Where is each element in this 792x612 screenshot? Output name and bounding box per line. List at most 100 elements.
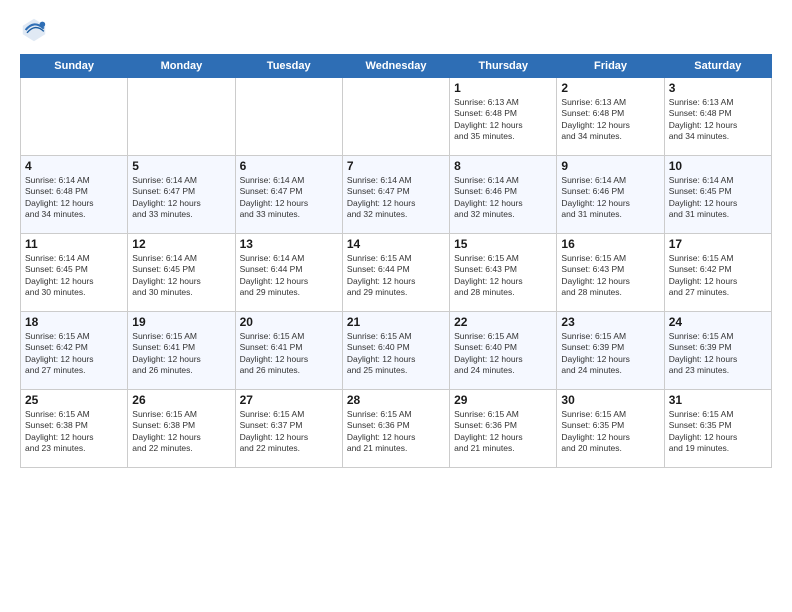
calendar-cell: 26 Sunrise: 6:15 AM Sunset: 6:38 PM Dayli… xyxy=(128,390,235,468)
day-number: 22 xyxy=(454,315,552,329)
calendar-cell: 14 Sunrise: 6:15 AM Sunset: 6:44 PM Dayli… xyxy=(342,234,449,312)
day-info: Sunrise: 6:15 AM Sunset: 6:35 PM Dayligh… xyxy=(561,409,659,455)
day-info: Sunrise: 6:15 AM Sunset: 6:39 PM Dayligh… xyxy=(561,331,659,377)
calendar-cell: 19 Sunrise: 6:15 AM Sunset: 6:41 PM Dayli… xyxy=(128,312,235,390)
day-number: 26 xyxy=(132,393,230,407)
calendar-cell: 21 Sunrise: 6:15 AM Sunset: 6:40 PM Dayli… xyxy=(342,312,449,390)
day-number: 6 xyxy=(240,159,338,173)
day-info: Sunrise: 6:14 AM Sunset: 6:46 PM Dayligh… xyxy=(561,175,659,221)
calendar-cell: 1 Sunrise: 6:13 AM Sunset: 6:48 PM Daylig… xyxy=(450,78,557,156)
day-info: Sunrise: 6:15 AM Sunset: 6:42 PM Dayligh… xyxy=(669,253,767,299)
day-info: Sunrise: 6:15 AM Sunset: 6:41 PM Dayligh… xyxy=(132,331,230,377)
day-number: 27 xyxy=(240,393,338,407)
day-number: 18 xyxy=(25,315,123,329)
day-info: Sunrise: 6:15 AM Sunset: 6:42 PM Dayligh… xyxy=(25,331,123,377)
day-info: Sunrise: 6:15 AM Sunset: 6:40 PM Dayligh… xyxy=(454,331,552,377)
day-number: 2 xyxy=(561,81,659,95)
day-number: 14 xyxy=(347,237,445,251)
day-info: Sunrise: 6:15 AM Sunset: 6:40 PM Dayligh… xyxy=(347,331,445,377)
calendar-cell: 16 Sunrise: 6:15 AM Sunset: 6:43 PM Dayli… xyxy=(557,234,664,312)
page: SundayMondayTuesdayWednesdayThursdayFrid… xyxy=(0,0,792,612)
calendar-cell: 15 Sunrise: 6:15 AM Sunset: 6:43 PM Dayli… xyxy=(450,234,557,312)
day-info: Sunrise: 6:13 AM Sunset: 6:48 PM Dayligh… xyxy=(454,97,552,143)
col-header-saturday: Saturday xyxy=(664,55,771,78)
calendar-cell: 9 Sunrise: 6:14 AM Sunset: 6:46 PM Daylig… xyxy=(557,156,664,234)
day-info: Sunrise: 6:14 AM Sunset: 6:46 PM Dayligh… xyxy=(454,175,552,221)
calendar-cell: 13 Sunrise: 6:14 AM Sunset: 6:44 PM Dayli… xyxy=(235,234,342,312)
day-number: 21 xyxy=(347,315,445,329)
day-info: Sunrise: 6:14 AM Sunset: 6:48 PM Dayligh… xyxy=(25,175,123,221)
day-number: 30 xyxy=(561,393,659,407)
calendar-cell xyxy=(128,78,235,156)
day-info: Sunrise: 6:15 AM Sunset: 6:43 PM Dayligh… xyxy=(454,253,552,299)
calendar-cell: 6Sunrise: 6:14 AM Sunset: 6:47 PM Daylig… xyxy=(235,156,342,234)
day-number: 1 xyxy=(454,81,552,95)
calendar-cell: 2 Sunrise: 6:13 AM Sunset: 6:48 PM Daylig… xyxy=(557,78,664,156)
header xyxy=(20,16,772,44)
calendar-cell: 11 Sunrise: 6:14 AM Sunset: 6:45 PM Dayli… xyxy=(21,234,128,312)
day-info: Sunrise: 6:15 AM Sunset: 6:41 PM Dayligh… xyxy=(240,331,338,377)
calendar-cell: 31 Sunrise: 6:15 AM Sunset: 6:35 PM Dayli… xyxy=(664,390,771,468)
day-number: 9 xyxy=(561,159,659,173)
calendar-cell: 7Sunrise: 6:14 AM Sunset: 6:47 PM Daylig… xyxy=(342,156,449,234)
day-info: Sunrise: 6:13 AM Sunset: 6:48 PM Dayligh… xyxy=(669,97,767,143)
col-header-monday: Monday xyxy=(128,55,235,78)
day-number: 17 xyxy=(669,237,767,251)
calendar-cell xyxy=(342,78,449,156)
day-number: 16 xyxy=(561,237,659,251)
day-number: 11 xyxy=(25,237,123,251)
day-number: 4 xyxy=(25,159,123,173)
calendar-cell: 25 Sunrise: 6:15 AM Sunset: 6:38 PM Dayli… xyxy=(21,390,128,468)
day-number: 19 xyxy=(132,315,230,329)
day-info: Sunrise: 6:14 AM Sunset: 6:45 PM Dayligh… xyxy=(25,253,123,299)
day-info: Sunrise: 6:14 AM Sunset: 6:47 PM Dayligh… xyxy=(347,175,445,221)
calendar-cell: 3 Sunrise: 6:13 AM Sunset: 6:48 PM Daylig… xyxy=(664,78,771,156)
logo xyxy=(20,16,52,44)
day-info: Sunrise: 6:15 AM Sunset: 6:38 PM Dayligh… xyxy=(132,409,230,455)
day-info: Sunrise: 6:15 AM Sunset: 6:44 PM Dayligh… xyxy=(347,253,445,299)
calendar-cell: 22 Sunrise: 6:15 AM Sunset: 6:40 PM Dayli… xyxy=(450,312,557,390)
calendar-cell: 28 Sunrise: 6:15 AM Sunset: 6:36 PM Dayli… xyxy=(342,390,449,468)
calendar-cell: 27 Sunrise: 6:15 AM Sunset: 6:37 PM Dayli… xyxy=(235,390,342,468)
calendar-cell: 24 Sunrise: 6:15 AM Sunset: 6:39 PM Dayli… xyxy=(664,312,771,390)
calendar-cell: 17 Sunrise: 6:15 AM Sunset: 6:42 PM Dayli… xyxy=(664,234,771,312)
day-info: Sunrise: 6:15 AM Sunset: 6:37 PM Dayligh… xyxy=(240,409,338,455)
col-header-wednesday: Wednesday xyxy=(342,55,449,78)
calendar-cell: 29Sunrise: 6:15 AM Sunset: 6:36 PM Dayli… xyxy=(450,390,557,468)
col-header-tuesday: Tuesday xyxy=(235,55,342,78)
day-info: Sunrise: 6:14 AM Sunset: 6:44 PM Dayligh… xyxy=(240,253,338,299)
day-number: 12 xyxy=(132,237,230,251)
calendar-cell: 10 Sunrise: 6:14 AM Sunset: 6:45 PM Dayli… xyxy=(664,156,771,234)
day-number: 31 xyxy=(669,393,767,407)
col-header-friday: Friday xyxy=(557,55,664,78)
day-info: Sunrise: 6:15 AM Sunset: 6:36 PM Dayligh… xyxy=(454,409,552,455)
day-info: Sunrise: 6:15 AM Sunset: 6:39 PM Dayligh… xyxy=(669,331,767,377)
col-header-sunday: Sunday xyxy=(21,55,128,78)
day-number: 3 xyxy=(669,81,767,95)
day-info: Sunrise: 6:14 AM Sunset: 6:45 PM Dayligh… xyxy=(669,175,767,221)
day-number: 13 xyxy=(240,237,338,251)
day-number: 20 xyxy=(240,315,338,329)
day-info: Sunrise: 6:15 AM Sunset: 6:36 PM Dayligh… xyxy=(347,409,445,455)
day-number: 15 xyxy=(454,237,552,251)
day-info: Sunrise: 6:14 AM Sunset: 6:45 PM Dayligh… xyxy=(132,253,230,299)
day-info: Sunrise: 6:15 AM Sunset: 6:38 PM Dayligh… xyxy=(25,409,123,455)
calendar-cell: 4 Sunrise: 6:14 AM Sunset: 6:48 PM Daylig… xyxy=(21,156,128,234)
calendar-cell: 18 Sunrise: 6:15 AM Sunset: 6:42 PM Dayli… xyxy=(21,312,128,390)
day-number: 24 xyxy=(669,315,767,329)
day-info: Sunrise: 6:15 AM Sunset: 6:35 PM Dayligh… xyxy=(669,409,767,455)
day-info: Sunrise: 6:13 AM Sunset: 6:48 PM Dayligh… xyxy=(561,97,659,143)
day-info: Sunrise: 6:15 AM Sunset: 6:43 PM Dayligh… xyxy=(561,253,659,299)
day-number: 25 xyxy=(25,393,123,407)
calendar-cell: 30 Sunrise: 6:15 AM Sunset: 6:35 PM Dayli… xyxy=(557,390,664,468)
col-header-thursday: Thursday xyxy=(450,55,557,78)
calendar-table: SundayMondayTuesdayWednesdayThursdayFrid… xyxy=(20,54,772,468)
calendar-cell xyxy=(235,78,342,156)
day-number: 8 xyxy=(454,159,552,173)
day-info: Sunrise: 6:14 AM Sunset: 6:47 PM Dayligh… xyxy=(132,175,230,221)
calendar-cell xyxy=(21,78,128,156)
calendar-cell: 5Sunrise: 6:14 AM Sunset: 6:47 PM Daylig… xyxy=(128,156,235,234)
day-number: 23 xyxy=(561,315,659,329)
day-number: 28 xyxy=(347,393,445,407)
day-number: 10 xyxy=(669,159,767,173)
